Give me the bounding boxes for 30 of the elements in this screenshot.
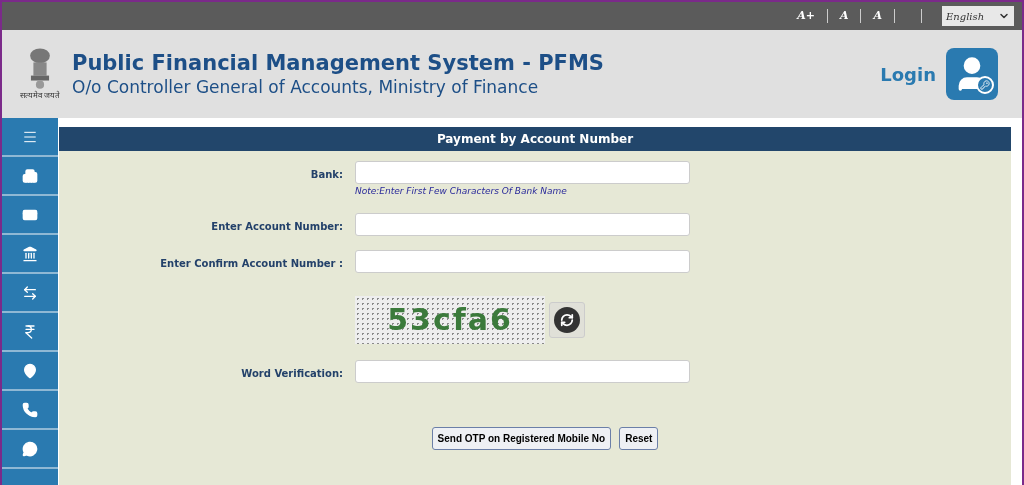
arrows-icon[interactable]	[22, 284, 38, 301]
login-user-icon[interactable]	[946, 48, 998, 100]
reset-button[interactable]: Reset	[619, 426, 659, 450]
panel-title: Payment by Account Number	[59, 127, 1011, 151]
rupee-icon[interactable]	[22, 323, 38, 340]
motto-text: सत्यमेव जयते	[19, 91, 61, 101]
chat-icon[interactable]	[22, 440, 38, 457]
phone-icon[interactable]	[22, 401, 38, 418]
refresh-icon	[554, 306, 580, 333]
font-size-button[interactable]: A	[873, 7, 882, 25]
language-select[interactable]: English	[942, 6, 1014, 26]
text-field[interactable]	[355, 359, 690, 383]
send-otp-button[interactable]: Send OTP on Registered Mobile No	[431, 426, 612, 450]
font-size-button[interactable]: A+	[797, 7, 815, 25]
bank-icon[interactable]	[22, 245, 38, 262]
field-label: Word Verification:	[240, 366, 343, 381]
site-subtitle: O/o Controller General of Accounts, Ministry of Finance	[72, 76, 540, 98]
map-pin-icon[interactable]	[22, 362, 38, 379]
field-label: Enter Account Number:	[210, 219, 343, 234]
site-title: Public Financial Management System - PFMS	[72, 50, 604, 76]
field-note: Note:Enter First Few Characters Of Bank Name	[355, 185, 568, 198]
captcha-image: 53cfa6	[355, 295, 545, 344]
text-field[interactable]	[355, 249, 690, 273]
text-field[interactable]	[355, 161, 690, 184]
field-label: Bank:	[309, 168, 343, 182]
login-link[interactable]: Login	[880, 60, 936, 88]
refresh-button[interactable]	[549, 301, 585, 338]
font-size-button[interactable]: A	[839, 7, 849, 25]
text-field[interactable]	[355, 212, 690, 236]
field-label: Enter Confirm Account Number :	[159, 256, 343, 271]
